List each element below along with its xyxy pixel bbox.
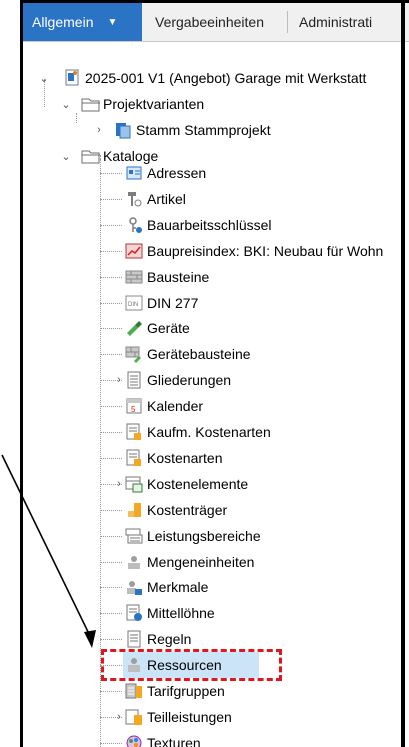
annotation-arrow <box>1 454 96 648</box>
